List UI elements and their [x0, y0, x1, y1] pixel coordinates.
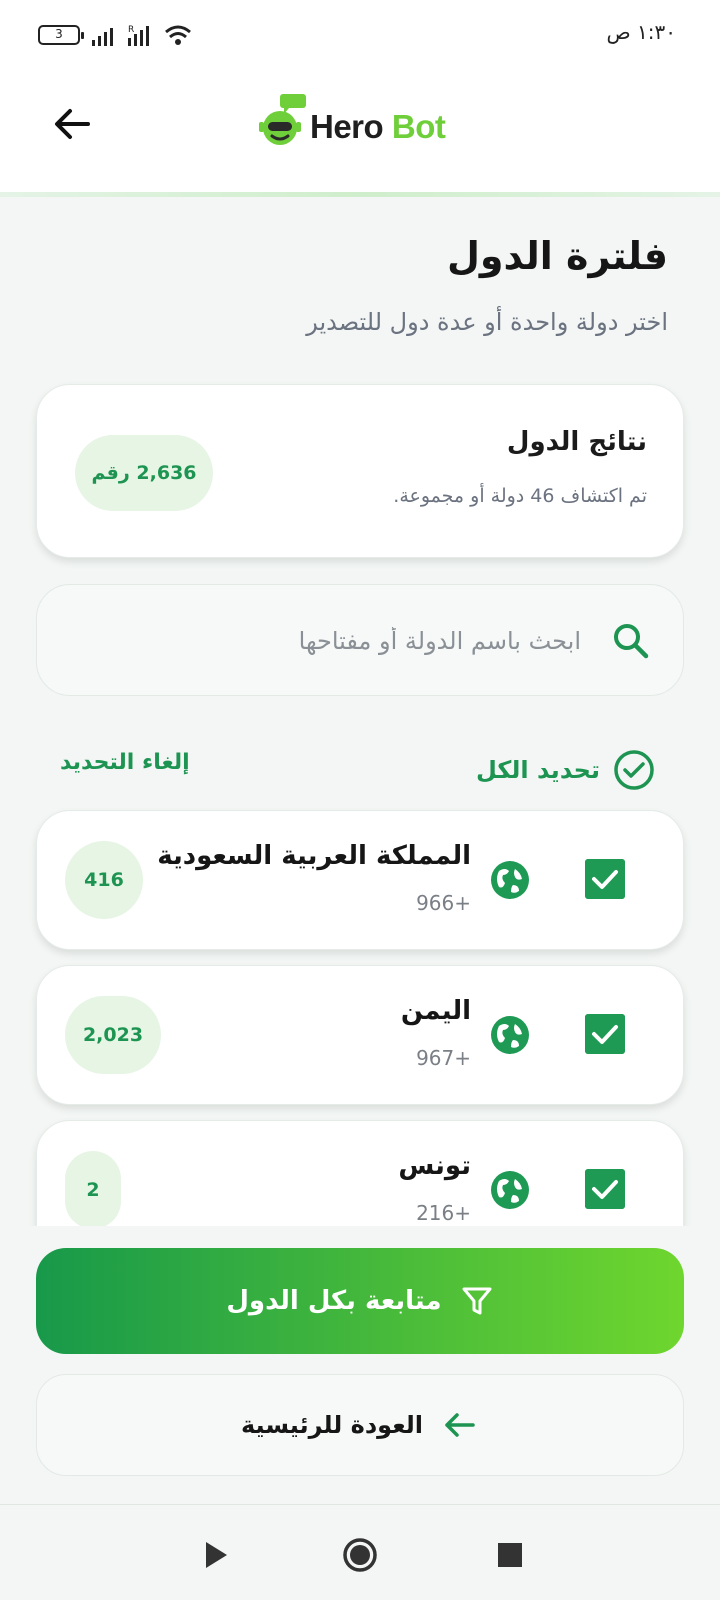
- system-nav-bar: [0, 1504, 720, 1600]
- signal-icons: R: [92, 25, 191, 46]
- svg-text:R: R: [128, 25, 134, 35]
- country-item[interactable]: تونس 216+ 2: [36, 1120, 684, 1226]
- country-count-badge: 2: [65, 1151, 121, 1226]
- search-box[interactable]: [36, 584, 684, 696]
- globe-icon: [491, 861, 529, 899]
- home-button-label: العودة للرئيسية: [241, 1411, 423, 1439]
- check-circle-icon: [614, 750, 654, 790]
- country-item[interactable]: اليمن 967+ 2,023: [36, 965, 684, 1105]
- checkbox-icon[interactable]: [585, 1169, 625, 1209]
- checkbox-icon[interactable]: [585, 859, 625, 899]
- continue-button-label: متابعة بكل الدول: [226, 1286, 442, 1316]
- country-item[interactable]: المملكة العربية السعودية 966+ 416: [36, 810, 684, 950]
- arrow-left-icon: [445, 1413, 475, 1437]
- total-count-badge: 2,636 رقم: [75, 435, 213, 511]
- page-subtitle: اختر دولة واحدة أو عدة دول للتصدير: [306, 308, 668, 336]
- search-icon: [614, 624, 649, 659]
- country-name: تونس: [398, 1151, 471, 1181]
- logo-word-bot: Bot: [391, 108, 446, 145]
- search-input[interactable]: [123, 621, 583, 661]
- checkbox-icon[interactable]: [585, 1014, 625, 1054]
- battery-icon: 3: [38, 25, 84, 45]
- back-arrow-icon[interactable]: [48, 100, 96, 148]
- country-code: 967+: [416, 1046, 471, 1070]
- globe-icon: [491, 1171, 529, 1209]
- logo-word-hero: Hero: [310, 108, 384, 145]
- results-description: تم اكتشاف 46 دولة أو مجموعة.: [393, 485, 647, 507]
- play-icon[interactable]: [196, 1535, 236, 1575]
- stop-icon[interactable]: [490, 1535, 530, 1575]
- status-time: ١:٣٠ ص: [606, 20, 676, 44]
- header-divider: [0, 192, 720, 197]
- globe-icon: [491, 1016, 529, 1054]
- country-name: المملكة العربية السعودية: [157, 841, 471, 871]
- circle-icon[interactable]: [340, 1535, 380, 1575]
- back-to-home-button[interactable]: العودة للرئيسية: [36, 1374, 684, 1476]
- country-code: 966+: [416, 891, 471, 915]
- page-title: فلترة الدول: [446, 234, 668, 278]
- country-code: 216+: [416, 1201, 471, 1225]
- continue-all-countries-button[interactable]: متابعة بكل الدول: [36, 1248, 684, 1354]
- country-name: اليمن: [400, 996, 471, 1026]
- robot-icon: [259, 94, 306, 145]
- results-card: نتائج الدول تم اكتشاف 46 دولة أو مجموعة.…: [36, 384, 684, 558]
- select-all-button[interactable]: تحديد الكل: [476, 748, 656, 792]
- select-all-label: تحديد الكل: [475, 756, 600, 784]
- status-bar: 3 R ١:٣٠ ص: [0, 0, 720, 70]
- country-count-badge: 416: [65, 841, 143, 919]
- filter-icon: [462, 1287, 492, 1315]
- deselect-all-button[interactable]: إلغاء التحديد: [60, 750, 190, 775]
- hero-bot-logo: Hero Bot: [259, 94, 452, 156]
- results-title: نتائج الدول: [506, 427, 647, 457]
- country-count-badge: 2,023: [65, 996, 161, 1074]
- country-list[interactable]: المملكة العربية السعودية 966+ 416 اليمن …: [0, 808, 720, 1226]
